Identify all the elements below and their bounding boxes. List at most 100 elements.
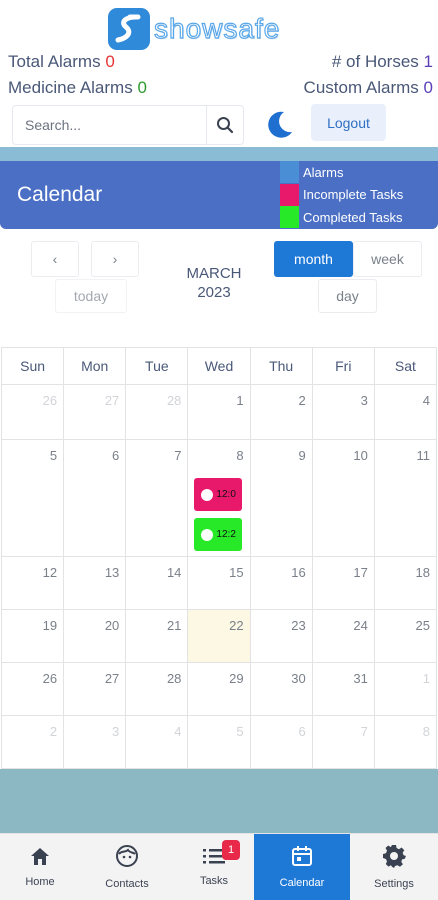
day-number: 2 [298, 393, 306, 408]
logout-button[interactable]: Logout [311, 104, 386, 141]
day-cell[interactable]: 21 [126, 610, 189, 663]
year-label: 2023 [197, 284, 231, 301]
day-cell[interactable]: 14 [126, 557, 189, 610]
day-cell[interactable]: 4 [374, 385, 437, 440]
search-bar [12, 105, 244, 145]
week-view-button[interactable]: week [353, 241, 422, 277]
day-cell[interactable]: 18 [374, 557, 437, 610]
day-cell[interactable]: 24 [312, 610, 375, 663]
day-cell[interactable]: 28 [126, 385, 189, 440]
day-cell[interactable]: 5 [188, 716, 251, 769]
day-number: 9 [298, 448, 306, 463]
dark-mode-moon-icon[interactable] [262, 108, 296, 142]
day-cell[interactable]: 12 [2, 557, 65, 610]
month-view-button[interactable]: month [274, 241, 353, 277]
day-cell[interactable]: 3 [64, 716, 127, 769]
legend-label: Incomplete Tasks [303, 187, 404, 202]
day-cell[interactable]: 8 12:0 12:2 [188, 440, 251, 557]
day-cell[interactable]: 3 [312, 385, 375, 440]
nav-contacts[interactable]: Contacts [80, 834, 174, 900]
day-cell[interactable]: 27 [64, 385, 127, 440]
day-number: 10 [353, 448, 368, 463]
event-time: 12:2 [216, 529, 236, 540]
day-cell[interactable]: 2 [250, 385, 313, 440]
week-row: 26 27 28 1 2 3 4 [2, 385, 437, 440]
day-cell[interactable]: 8 [374, 716, 437, 769]
day-cell[interactable]: 23 [250, 610, 313, 663]
event-incomplete[interactable]: 12:0 [194, 478, 243, 511]
event-time: 12:0 [216, 489, 236, 500]
next-month-button[interactable]: › [91, 241, 139, 277]
day-cell[interactable]: 27 [64, 663, 127, 716]
legend-item: Incomplete Tasks [280, 183, 404, 206]
week-row: 12 13 14 15 16 17 18 [2, 557, 437, 610]
day-cell[interactable]: 19 [2, 610, 65, 663]
day-cell[interactable]: 2 [2, 716, 65, 769]
day-cell[interactable]: 1 [374, 663, 437, 716]
gear-icon [382, 844, 406, 872]
calendar-header: Calendar Alarms Incomplete Tasks Completed… [0, 161, 438, 229]
day-cell[interactable]: 1 [188, 385, 251, 440]
prev-month-button[interactable]: ‹ [31, 241, 79, 277]
legend-item: Alarms [280, 161, 403, 183]
day-cell[interactable]: 5 [2, 440, 65, 557]
day-cell[interactable]: 28 [126, 663, 189, 716]
day-number: 4 [174, 724, 182, 739]
weekday-header-row: Sun Mon Tue Wed Thu Fri Sat [2, 348, 437, 385]
event-dot-icon [201, 488, 214, 501]
today-button[interactable]: today [55, 279, 127, 313]
weekday-header: Sat [374, 348, 437, 385]
day-number: 6 [112, 448, 120, 463]
day-view-button[interactable]: day [318, 279, 377, 313]
day-cell[interactable]: 30 [250, 663, 313, 716]
day-cell[interactable]: 25 [374, 610, 437, 663]
day-cell[interactable]: 7 [312, 716, 375, 769]
day-cell[interactable]: 26 [2, 385, 65, 440]
day-cell[interactable]: 20 [64, 610, 127, 663]
custom-alarms-stat: Custom Alarms 0 [304, 78, 433, 98]
day-cell[interactable]: 11 [374, 440, 437, 557]
day-number: 24 [353, 618, 368, 633]
day-cell[interactable]: 7 [126, 440, 189, 557]
search-icon [217, 117, 234, 134]
legend-item: Completed Tasks [280, 206, 403, 228]
day-number: 15 [229, 565, 244, 580]
nav-calendar[interactable]: Calendar [254, 834, 350, 900]
weekday-header: Sun [2, 348, 65, 385]
week-row: 2 3 4 5 6 7 8 [2, 716, 437, 769]
day-cell[interactable]: 13 [64, 557, 127, 610]
day-cell[interactable]: 9 [250, 440, 313, 557]
nav-tasks[interactable]: Tasks 1 [174, 834, 254, 900]
day-number: 14 [166, 565, 182, 580]
day-cell[interactable]: 29 [188, 663, 251, 716]
day-number: 7 [174, 448, 182, 463]
day-cell[interactable]: 26 [2, 663, 65, 716]
nav-label: Settings [374, 878, 414, 890]
day-cell[interactable]: 6 [250, 716, 313, 769]
nav-home[interactable]: Home [0, 834, 80, 900]
day-cell-today[interactable]: 22 [188, 610, 251, 663]
day-number: 1 [422, 671, 430, 686]
calendar-icon [291, 845, 313, 871]
day-cell[interactable]: 31 [312, 663, 375, 716]
horses-label: # of Horses [331, 52, 419, 71]
day-cell[interactable]: 6 [64, 440, 127, 557]
nav-settings[interactable]: Settings [350, 834, 438, 900]
day-cell[interactable]: 15 [188, 557, 251, 610]
day-number: 3 [112, 724, 120, 739]
event-completed[interactable]: 12:2 [194, 518, 243, 551]
search-button[interactable] [206, 106, 243, 144]
calendar-legend: Alarms Incomplete Tasks Completed Tasks [280, 161, 403, 229]
search-input[interactable] [13, 106, 206, 144]
day-cell[interactable]: 4 [126, 716, 189, 769]
day-cell[interactable]: 10 [312, 440, 375, 557]
day-number: 19 [42, 618, 58, 633]
day-cell[interactable]: 16 [250, 557, 313, 610]
day-number: 8 [422, 724, 430, 739]
home-icon [29, 846, 51, 870]
day-cell[interactable]: 17 [312, 557, 375, 610]
day-number: 20 [104, 618, 120, 633]
day-number: 28 [166, 393, 182, 408]
custom-alarms-value: 0 [423, 78, 433, 97]
week-row: 5 6 7 8 12:0 12:2 9 10 11 [2, 440, 437, 557]
